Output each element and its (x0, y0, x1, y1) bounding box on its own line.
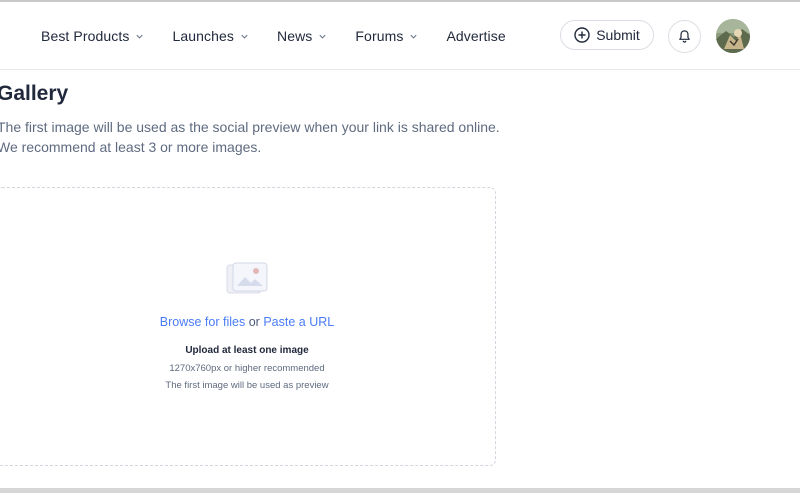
submit-button[interactable]: Submit (560, 20, 654, 50)
avatar[interactable] (716, 19, 750, 53)
nav-item-label: News (276, 28, 313, 44)
avatar-image (716, 19, 750, 53)
plus-circle-icon (574, 27, 590, 43)
image-dropzone[interactable]: Browse for files or Paste a URL Upload a… (0, 187, 496, 466)
gallery-description-line-2: We recommend at least 3 or more images. (0, 139, 262, 155)
nav-item-label: Launches (172, 28, 234, 44)
bell-icon (679, 30, 690, 43)
nav-item-advertise[interactable]: Advertise (446, 28, 505, 44)
paste-url-link[interactable]: Paste a URL (263, 315, 334, 329)
upload-heading: Upload at least one image (185, 345, 309, 356)
chevron-down-icon (241, 34, 248, 39)
chevron-down-icon (319, 34, 326, 39)
upload-size-hint: 1270x760px or higher recommended (169, 363, 325, 374)
gallery-description: The first image will be used as the soci… (0, 117, 500, 157)
image-placeholder-icon (226, 262, 268, 294)
nav-item-label: Advertise (446, 28, 506, 44)
or-separator: or (248, 315, 260, 329)
nav-item-best-products[interactable]: Best Products (41, 28, 144, 44)
gallery-heading: Gallery (0, 82, 69, 105)
nav-item-news[interactable]: News (277, 28, 327, 44)
window-bottom-edge (0, 488, 800, 493)
browse-files-link[interactable]: Browse for files (160, 315, 245, 329)
nav-item-label: Best Products (41, 28, 130, 44)
nav-item-launches[interactable]: Launches (172, 28, 249, 44)
main-nav: Best Products Launches News Forums Adver… (41, 2, 506, 70)
upload-preview-hint: The first image will be used as preview (165, 380, 329, 391)
notifications-button[interactable] (668, 20, 701, 53)
top-navigation-bar: Best Products Launches News Forums Adver… (0, 2, 800, 70)
nav-item-label: Forums (355, 28, 404, 44)
submit-button-label: Submit (596, 27, 640, 43)
nav-item-forums[interactable]: Forums (355, 28, 418, 44)
chevron-down-icon (136, 34, 144, 39)
upload-options: Browse for files or Paste a URL (0, 315, 497, 329)
gallery-description-line-1: The first image will be used as the soci… (0, 119, 500, 135)
chevron-down-icon (410, 34, 418, 39)
